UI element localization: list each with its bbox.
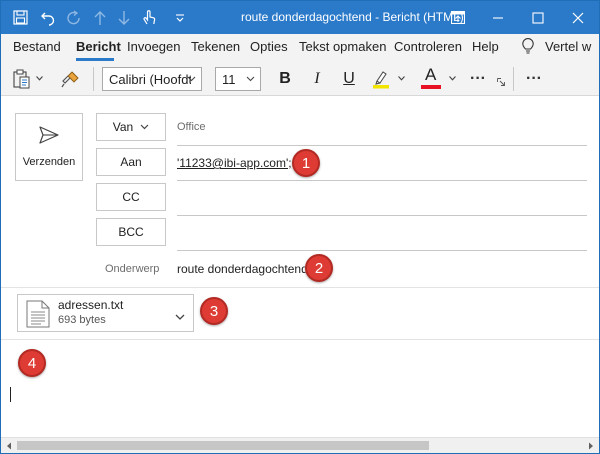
field-divider (177, 145, 587, 146)
field-divider (1, 287, 599, 288)
subject-label: Onderwerp (105, 263, 160, 275)
lightbulb-icon[interactable] (522, 38, 534, 60)
tab-controleren[interactable]: Controleren (394, 39, 462, 54)
outlook-compose-window: route donderdagochtend - Bericht (HTML) … (0, 0, 600, 454)
to-button[interactable]: Aan (96, 148, 166, 176)
font-color-dropdown-icon[interactable] (447, 61, 457, 96)
ribbon-tabs: Bestand Bericht Invoegen Tekenen Opties … (1, 34, 599, 61)
horizontal-scrollbar[interactable] (1, 437, 599, 453)
message-body[interactable] (1, 339, 599, 437)
compose-area: Verzenden Van Office Aan '11233@ibi-app.… (1, 97, 599, 437)
step-marker-3: 3 (200, 297, 228, 325)
chevron-down-icon (187, 73, 196, 88)
scroll-right-icon[interactable] (583, 438, 599, 454)
close-button[interactable] (557, 1, 599, 34)
arrow-down-icon[interactable] (114, 1, 134, 34)
text-file-icon (26, 300, 50, 333)
italic-button[interactable]: I (306, 61, 328, 96)
step-marker-4: 4 (18, 349, 46, 377)
font-size-value: 11 (222, 71, 236, 87)
title-bar: route donderdagochtend - Bericht (HTML) (1, 1, 599, 34)
cc-button[interactable]: CC (96, 183, 166, 211)
font-color-letter: A (425, 65, 437, 84)
customize-toolbar-icon[interactable] (171, 1, 189, 34)
more-formatting-button[interactable]: ··· (465, 61, 491, 96)
ribbon-toolbar: Calibri (Hoofdtekst) 11 B I U A ··· ··· (1, 61, 599, 96)
scrollbar-thumb[interactable] (17, 441, 429, 450)
tab-opties[interactable]: Opties (250, 39, 288, 54)
ribbon-divider (513, 67, 514, 91)
cc-field[interactable] (177, 183, 587, 213)
tab-invoegen[interactable]: Invoegen (127, 39, 181, 54)
arrow-up-icon[interactable] (90, 1, 110, 34)
maximize-button[interactable] (517, 1, 559, 34)
font-color-bar (421, 85, 441, 89)
ribbon-display-icon[interactable] (437, 1, 479, 34)
to-field[interactable]: '11233@ibi-app.com'; (177, 156, 292, 170)
field-divider (177, 215, 587, 216)
from-value: Office (177, 121, 206, 133)
ribbon-divider (93, 67, 94, 91)
paste-icon[interactable] (11, 61, 33, 96)
undo-icon[interactable] (37, 1, 59, 34)
font-color-button[interactable]: A (417, 61, 445, 96)
attachment-card[interactable]: adressen.txt 693 bytes (17, 294, 194, 332)
save-icon[interactable] (9, 1, 31, 34)
window-title: route donderdagochtend - Bericht (HTML) (241, 10, 464, 24)
format-painter-icon[interactable] (59, 61, 83, 96)
send-button[interactable]: Verzenden (15, 113, 83, 181)
bcc-button[interactable]: BCC (96, 218, 166, 246)
chevron-down-icon[interactable] (175, 308, 185, 326)
step-marker-2: 2 (305, 254, 333, 282)
chevron-down-icon (246, 73, 255, 88)
attachment-size: 693 bytes (58, 314, 106, 326)
underline-button[interactable]: U (338, 61, 360, 96)
tab-tekenen[interactable]: Tekenen (191, 39, 240, 54)
tab-tekst-opmaken[interactable]: Tekst opmaken (299, 39, 386, 54)
send-icon (38, 124, 60, 151)
dialog-launcher-icon[interactable] (495, 71, 507, 93)
minimize-button[interactable] (477, 1, 519, 34)
paste-dropdown-icon[interactable] (34, 61, 44, 96)
bcc-field[interactable] (177, 218, 587, 248)
touch-mode-icon[interactable] (137, 1, 161, 34)
text-caret (10, 387, 11, 402)
tell-me-search[interactable]: Vertel w (545, 39, 591, 54)
highlight-dropdown-icon[interactable] (396, 61, 406, 96)
step-marker-1: 1 (292, 149, 320, 177)
field-divider (177, 250, 587, 251)
subject-field[interactable]: route donderdagochtend (177, 262, 308, 276)
tab-bestand[interactable]: Bestand (13, 39, 61, 54)
scroll-left-icon[interactable] (1, 438, 17, 454)
font-name-select[interactable]: Calibri (Hoofdtekst) (102, 67, 202, 91)
highlight-icon[interactable] (370, 61, 392, 96)
font-name-value: Calibri (Hoofdtekst) (109, 71, 191, 87)
chevron-down-icon (140, 124, 149, 130)
more-commands-button[interactable]: ··· (521, 61, 547, 96)
send-label: Verzenden (22, 156, 76, 168)
tab-help[interactable]: Help (472, 39, 499, 54)
field-divider (177, 180, 587, 181)
from-button[interactable]: Van (96, 113, 166, 141)
attachment-name: adressen.txt (58, 298, 124, 312)
bold-button[interactable]: B (273, 61, 297, 96)
tab-bericht[interactable]: Bericht (76, 39, 121, 54)
redo-icon[interactable] (63, 1, 85, 34)
from-button-label: Van (112, 120, 134, 134)
font-size-select[interactable]: 11 (215, 67, 261, 91)
